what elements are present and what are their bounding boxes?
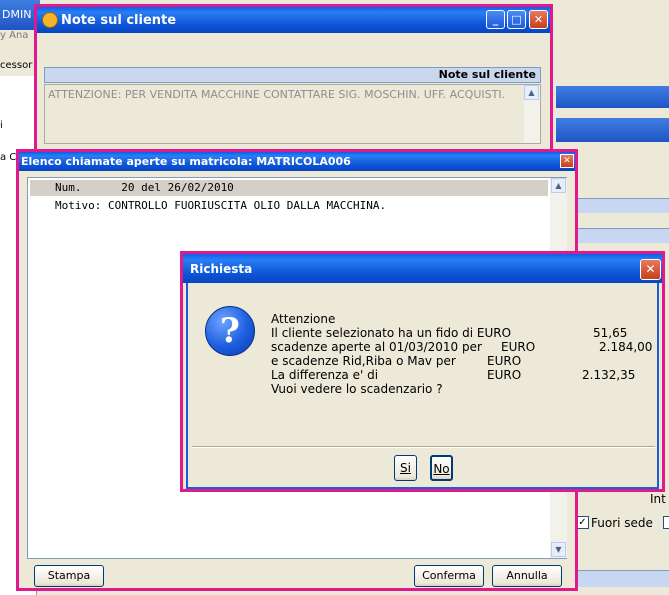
- conferma-button[interactable]: Conferma: [414, 565, 484, 587]
- dialog-line-domanda: Vuoi vedere lo scadenzario ?: [271, 382, 443, 396]
- richiesta-dialog: Richiesta ✕ ? Attenzione Il cliente sele…: [180, 251, 665, 492]
- dialog-unit-scadenze: EURO: [501, 340, 536, 354]
- note-window-titlebar[interactable]: Note sul cliente _ □ ✕: [37, 7, 550, 33]
- dialog-line-fido: Il cliente selezionato ha un fido di EUR…: [271, 326, 512, 340]
- background-int-label: Int: [650, 492, 666, 506]
- elenco-window-titlebar[interactable]: Elenco chiamate aperte su matricola: MAT…: [19, 152, 575, 171]
- dialog-line-rid: e scadenze Rid,Riba o Mav per: [271, 354, 456, 368]
- note-section-header: Note sul cliente: [44, 67, 541, 83]
- fuori-sede-label: Fuori sede: [591, 516, 653, 530]
- note-window: Note sul cliente _ □ ✕ Note sul cliente …: [34, 4, 553, 152]
- background-toolbar-label[interactable]: cessor: [0, 60, 32, 71]
- background-right-titlebar-2: [556, 118, 669, 142]
- scroll-down-icon[interactable]: ▼: [551, 542, 566, 557]
- background-side-label-1: i: [0, 120, 3, 131]
- yes-button[interactable]: Si: [394, 455, 417, 481]
- dialog-line-scadenze: scadenze aperte al 01/03/2010 per: [271, 340, 482, 354]
- scroll-up-icon[interactable]: ▲: [524, 85, 539, 100]
- dialog-unit-rid: EURO: [487, 354, 522, 368]
- background-right-titlebar-1: [556, 86, 669, 108]
- dialog-unit-differenza: EURO: [487, 368, 522, 382]
- background-title-text: DMIN: [2, 8, 32, 21]
- note-textarea[interactable]: ATTENZIONE: PER VENDITA MACCHINE CONTATT…: [44, 84, 541, 144]
- background-checkbox-2[interactable]: [663, 516, 669, 529]
- scroll-up-icon[interactable]: ▲: [551, 178, 566, 193]
- list-item-number: Num. 20 del 26/02/2010: [55, 181, 234, 194]
- list-item[interactable]: Num. 20 del 26/02/2010: [30, 180, 548, 196]
- dialog-value-fido: 51,65: [593, 326, 628, 340]
- note-window-title: Note sul cliente: [61, 13, 177, 28]
- dialog-line-differenza: La differenza e' di: [271, 368, 379, 382]
- dialog-value-differenza: 2.132,35: [582, 368, 636, 382]
- minimize-icon[interactable]: _: [486, 10, 505, 29]
- close-icon[interactable]: ✕: [560, 154, 574, 168]
- dialog-value-scadenze: 2.184,00: [599, 340, 653, 354]
- note-scrollbar[interactable]: ▲: [524, 85, 540, 143]
- close-icon[interactable]: ✕: [529, 10, 548, 29]
- annulla-button[interactable]: Annulla: [492, 565, 562, 587]
- elenco-window-title: Elenco chiamate aperte su matricola: MAT…: [21, 155, 351, 168]
- maximize-icon[interactable]: □: [507, 10, 526, 29]
- list-item-motivo: Motivo: CONTROLLO FUORIUSCITA OLIO DALLA…: [55, 199, 387, 212]
- dialog-divider: [192, 446, 655, 448]
- no-button[interactable]: No: [430, 455, 453, 481]
- dialog-title: Richiesta: [190, 262, 253, 276]
- note-app-icon: [42, 12, 58, 28]
- stampa-button[interactable]: Stampa: [34, 565, 104, 587]
- dialog-line-attenzione: Attenzione: [271, 312, 336, 326]
- close-icon[interactable]: ✕: [640, 259, 661, 280]
- background-side-label-2: a C: [0, 152, 17, 163]
- question-icon: ?: [205, 306, 255, 356]
- dialog-titlebar[interactable]: Richiesta ✕: [183, 254, 662, 283]
